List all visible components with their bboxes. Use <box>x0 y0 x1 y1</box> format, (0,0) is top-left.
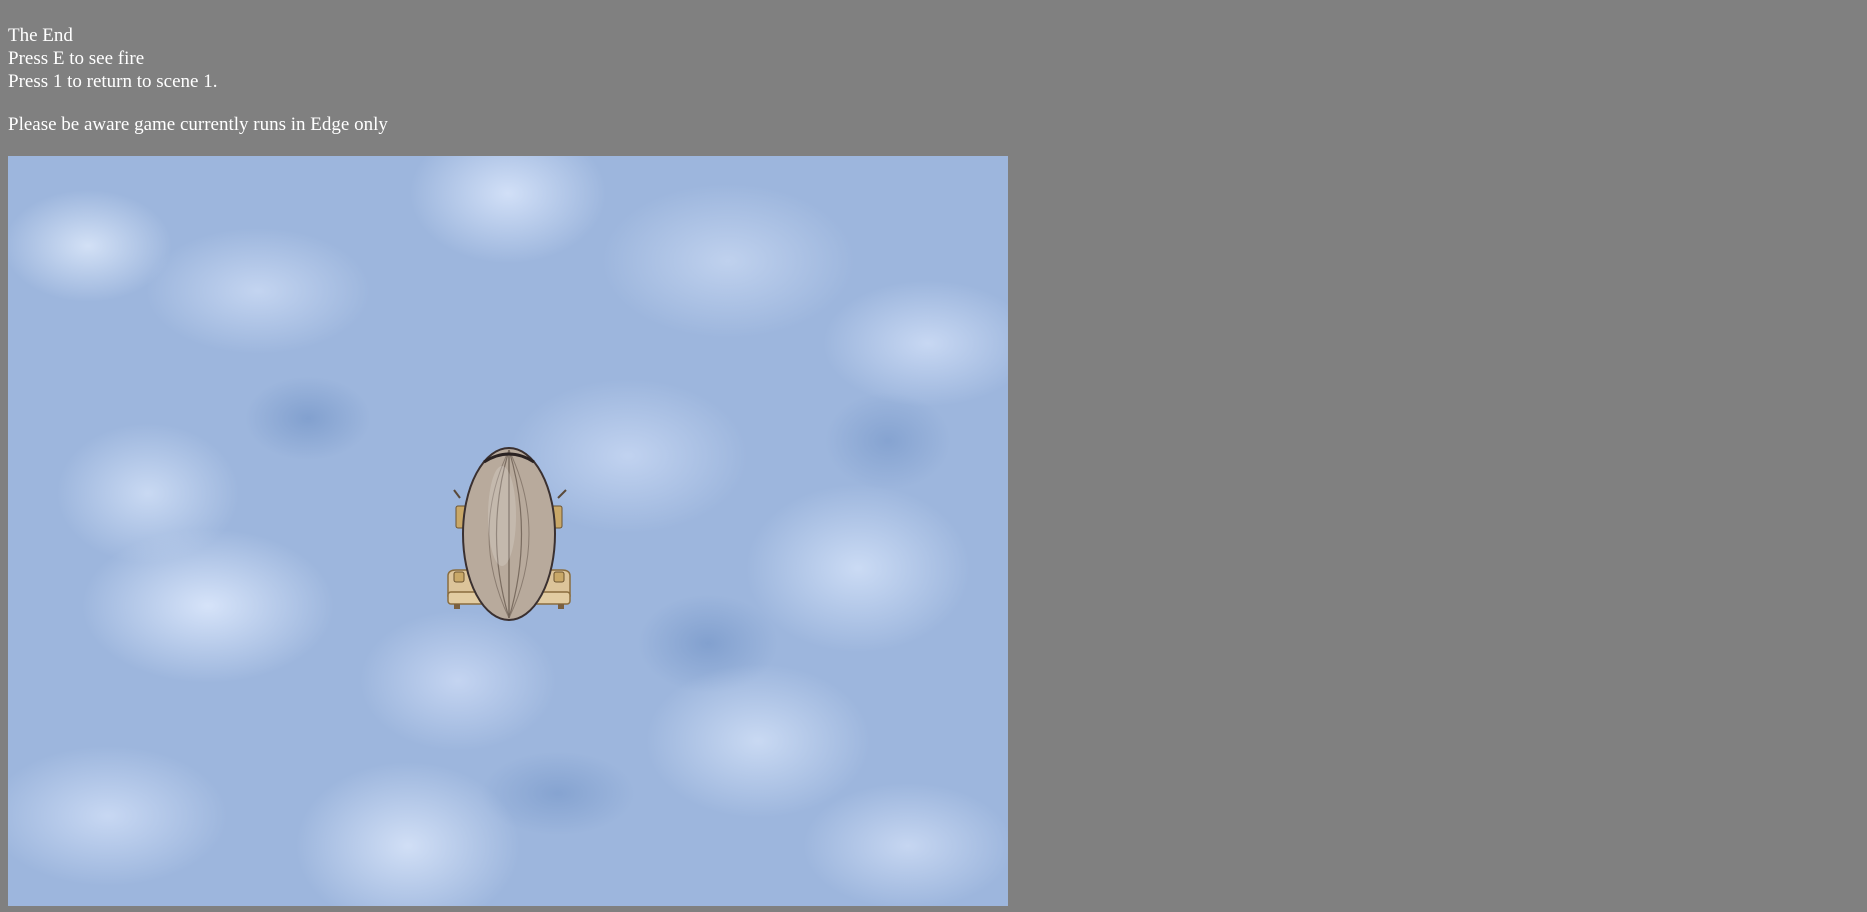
airship-balloon <box>462 447 556 621</box>
airship-sprite <box>447 447 571 621</box>
return-instruction: Press 1 to return to scene 1. <box>8 71 218 92</box>
game-canvas[interactable] <box>8 156 1008 906</box>
end-title: The End <box>8 25 73 46</box>
instructions: The End Press E to see fire Press 1 to r… <box>8 24 217 93</box>
fire-instruction: Press E to see fire <box>8 48 145 69</box>
browser-notice: Please be aware game currently runs in E… <box>8 114 388 135</box>
